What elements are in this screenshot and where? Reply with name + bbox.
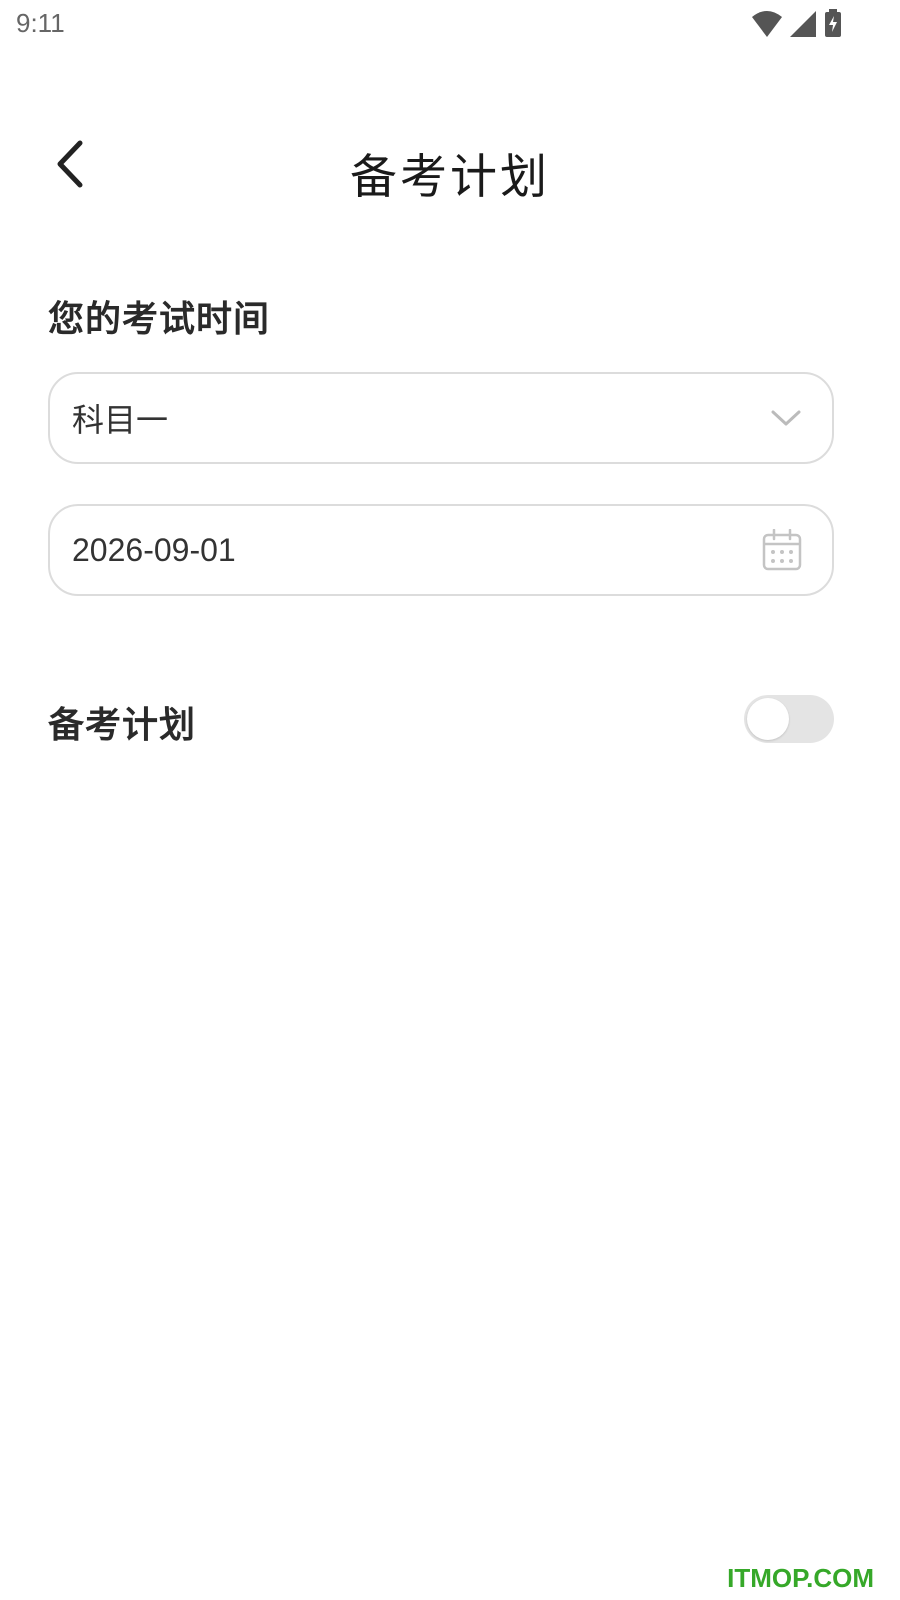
calendar-icon[interactable]: [762, 529, 802, 571]
status-icons: [752, 9, 842, 41]
subject-select-value: 科目一: [72, 402, 169, 438]
chevron-down-icon: [770, 408, 802, 428]
exam-date-field[interactable]: 2026-09-01: [48, 504, 834, 596]
subject-select[interactable]: 科目一: [48, 372, 834, 464]
status-time: 9:11: [16, 8, 65, 38]
signal-icon: [790, 11, 816, 41]
page-title: 备考计划: [350, 150, 550, 205]
study-plan-toggle[interactable]: [744, 695, 834, 743]
watermark: ITMOP.COM: [727, 1563, 874, 1593]
header: 备考计划: [0, 130, 900, 210]
study-plan-row: 备考计划: [48, 690, 834, 750]
battery-charging-icon: [824, 9, 842, 41]
exam-time-section-title: 您的考试时间: [48, 299, 271, 340]
study-plan-label: 备考计划: [48, 705, 197, 746]
toggle-knob: [747, 698, 789, 740]
exam-date-value: 2026-09-01: [72, 531, 236, 568]
status-bar: 9:11: [0, 0, 900, 50]
wifi-icon: [752, 11, 782, 41]
